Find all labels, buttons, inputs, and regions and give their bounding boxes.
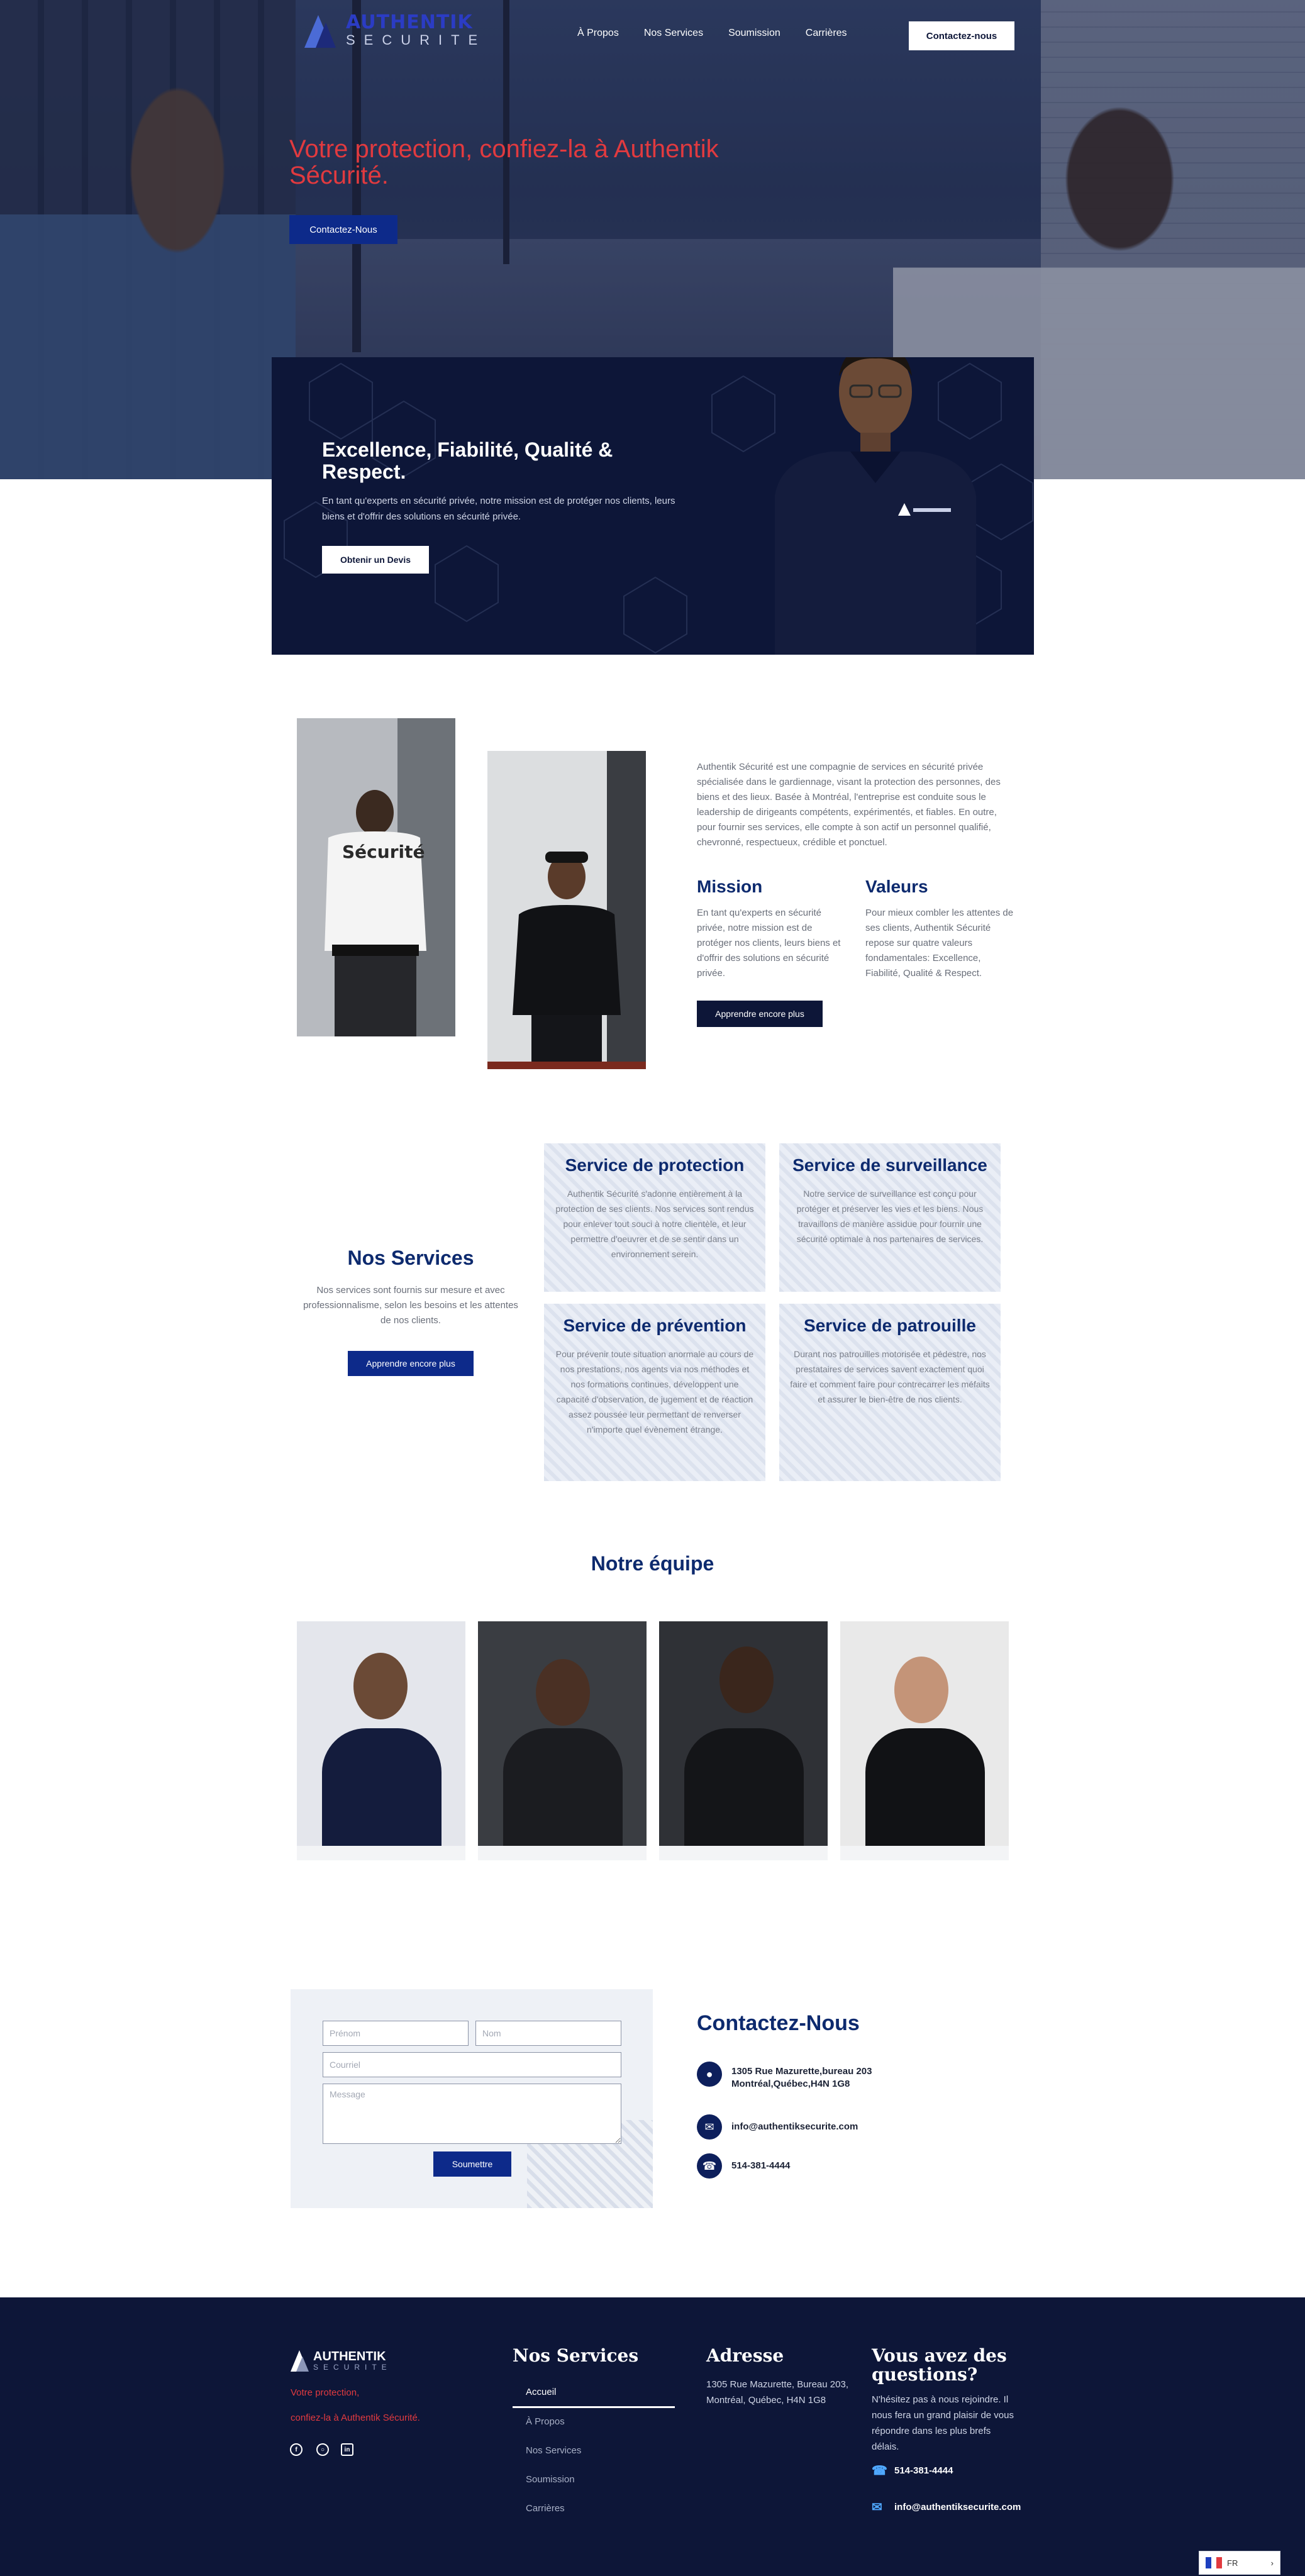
logo-text-secondary: SECURITE xyxy=(346,32,487,48)
service-card-text: Durant nos patrouilles motorisée et péde… xyxy=(790,1349,990,1404)
last-name-field[interactable] xyxy=(475,2021,621,2046)
about-learn-more-button[interactable]: Apprendre encore plus xyxy=(697,1001,823,1027)
service-card-protection[interactable]: Service de protection Authentik Sécurité… xyxy=(544,1143,765,1292)
logo-mark-icon xyxy=(302,11,340,49)
footer-services-title: Nos Services xyxy=(513,2345,639,2366)
nav-link-soumission[interactable]: Soumission xyxy=(728,28,780,39)
language-switcher[interactable]: FR › xyxy=(1199,2551,1280,2575)
footer-logo-mark-icon xyxy=(291,2349,309,2373)
footer-phone-icon: ☎ xyxy=(872,2464,887,2478)
service-card-surveillance[interactable]: Service de surveillance Notre service de… xyxy=(779,1143,1001,1292)
team-title: Notre équipe xyxy=(591,1552,714,1575)
nav-link-a-propos[interactable]: À Propos xyxy=(577,28,619,39)
footer-envelope-icon: ✉ xyxy=(872,2501,882,2514)
footer-link-accueil[interactable]: Accueil xyxy=(526,2387,556,2397)
footer-phone-text: 514-381-4444 xyxy=(894,2465,953,2476)
footer-active-link-underline xyxy=(513,2406,675,2408)
get-quote-button[interactable]: Obtenir un Devis xyxy=(322,546,429,574)
brand-logo[interactable]: AUTHENTIK SECURITE xyxy=(302,11,486,49)
contact-email-link[interactable]: info@authentiksecurite.com xyxy=(731,2121,858,2133)
nav-contact-button[interactable]: Contactez-nous xyxy=(909,21,1014,50)
footer-address: 1305 Rue Mazurette, Bureau 203, Montréal… xyxy=(706,2379,848,2406)
mission-text: En tant qu'experts en sécurité privée, n… xyxy=(697,908,841,979)
team-member-photo xyxy=(840,1621,1009,1846)
footer-questions-title: Vous avez des questions? xyxy=(872,2345,1007,2385)
services-intro: Nos services sont fournis sur mesure et … xyxy=(303,1285,518,1326)
envelope-icon: ✉ xyxy=(697,2114,722,2140)
linkedin-icon[interactable]: in xyxy=(341,2443,353,2456)
footer-tagline-line1: Votre protection, xyxy=(291,2387,360,2398)
hero-contact-button[interactable]: Contactez-Nous xyxy=(289,215,397,244)
service-card-title: Service de surveillance xyxy=(792,1155,987,1175)
footer-link-soumission[interactable]: Soumission xyxy=(526,2474,575,2485)
footer-address-title: Adresse xyxy=(706,2345,784,2366)
footer-link-a-propos[interactable]: À Propos xyxy=(526,2416,565,2427)
footer-email[interactable]: ✉ info@authentiksecurite.com xyxy=(872,2499,1021,2515)
contact-address: 1305 Rue Mazurette,bureau 203 Montréal,Q… xyxy=(731,2065,872,2090)
france-flag-icon xyxy=(1206,2557,1223,2568)
team-member-card[interactable] xyxy=(297,1621,465,1860)
team-member-card[interactable] xyxy=(840,1621,1009,1860)
nav-link-nos-services[interactable]: Nos Services xyxy=(644,28,703,39)
team-member-card[interactable] xyxy=(659,1621,828,1860)
message-field[interactable] xyxy=(323,2084,621,2144)
excellence-banner: Excellence, Fiabilité, Qualité & Respect… xyxy=(272,357,1034,655)
excellence-title: Excellence, Fiabilité, Qualité & Respect… xyxy=(322,438,613,483)
hero-title: Votre protection, confiez-la à Authentik… xyxy=(289,135,719,189)
values-text: Pour mieux combler les attentes de ses c… xyxy=(865,908,1014,979)
about-description: Authentik Sécurité est une compagnie de … xyxy=(697,762,1001,848)
service-card-title: Service de patrouille xyxy=(804,1316,976,1335)
about-shirt-text: Sécurité xyxy=(342,841,425,862)
service-card-text: Notre service de surveillance est conçu … xyxy=(796,1189,984,1244)
site-footer: AUTHENTIK SECURITE Votre protection, con… xyxy=(0,2297,1305,2576)
service-card-text: Authentik Sécurité s'adonne entièrement … xyxy=(555,1189,754,1259)
instagram-icon[interactable]: ○ xyxy=(316,2443,329,2456)
footer-phone[interactable]: ☎ 514-381-4444 xyxy=(872,2463,953,2479)
location-pin-icon: ● xyxy=(697,2062,722,2087)
footer-tagline-line2: confiez-la à Authentik Sécurité. xyxy=(291,2412,420,2423)
service-card-title: Service de protection xyxy=(565,1155,745,1175)
guard-portrait-photo xyxy=(775,357,976,655)
services-learn-more-button[interactable]: Apprendre encore plus xyxy=(348,1351,474,1376)
contact-address-line1: 1305 Rue Mazurette,bureau 203 xyxy=(731,2066,872,2077)
footer-email-text: info@authentiksecurite.com xyxy=(894,2502,1021,2512)
team-member-photo xyxy=(297,1621,465,1846)
logo-text-primary: AUTHENTIK xyxy=(346,11,473,33)
service-card-prevention[interactable]: Service de prévention Pour prévenir tout… xyxy=(544,1304,765,1481)
main-menu: À Propos Nos Services Soumission Carrièr… xyxy=(577,28,847,39)
nav-link-carrieres[interactable]: Carrières xyxy=(806,28,847,39)
values-title: Valeurs xyxy=(865,877,928,896)
facebook-icon[interactable]: f xyxy=(290,2443,303,2456)
footer-questions-text: N'hésitez pas à nous rejoindre. Il nous … xyxy=(872,2394,1014,2452)
footer-logo-text-primary: AUTHENTIK xyxy=(313,2350,386,2363)
contact-address-line2: Montréal,Québec,H4N 1G8 xyxy=(731,2079,850,2089)
services-title: Nos Services xyxy=(347,1246,474,1269)
language-code: FR xyxy=(1227,2558,1238,2568)
team-member-photo xyxy=(478,1621,647,1846)
about-photo-guard-stairs: Sécurité xyxy=(297,718,455,1036)
contact-phone-link[interactable]: 514-381-4444 xyxy=(731,2160,790,2172)
mission-title: Mission xyxy=(697,877,763,896)
first-name-field[interactable] xyxy=(323,2021,469,2046)
phone-icon: ☎ xyxy=(697,2153,722,2179)
footer-logo-text-secondary: SECURITE xyxy=(313,2363,392,2372)
team-member-photo xyxy=(659,1621,828,1846)
email-field[interactable] xyxy=(323,2052,621,2077)
about-photo-guard-standing xyxy=(487,751,646,1069)
team-member-card[interactable] xyxy=(478,1621,647,1860)
excellence-description: En tant qu'experts en sécurité privée, n… xyxy=(322,496,675,522)
footer-link-carrieres[interactable]: Carrières xyxy=(526,2503,565,2514)
service-card-text: Pour prévenir toute situation anormale a… xyxy=(555,1349,754,1435)
footer-logo[interactable]: AUTHENTIK SECURITE xyxy=(291,2349,392,2373)
service-card-title: Service de prévention xyxy=(563,1316,747,1335)
top-navigation: AUTHENTIK SECURITE À Propos Nos Services… xyxy=(0,0,1305,69)
contact-form: Soumettre xyxy=(291,1989,653,2208)
contact-title: Contactez-Nous xyxy=(697,2011,860,2035)
footer-link-nos-services[interactable]: Nos Services xyxy=(526,2445,581,2456)
submit-button[interactable]: Soumettre xyxy=(433,2151,511,2177)
service-card-patrouille[interactable]: Service de patrouille Durant nos patroui… xyxy=(779,1304,1001,1481)
chevron-right-icon: › xyxy=(1270,2558,1274,2568)
